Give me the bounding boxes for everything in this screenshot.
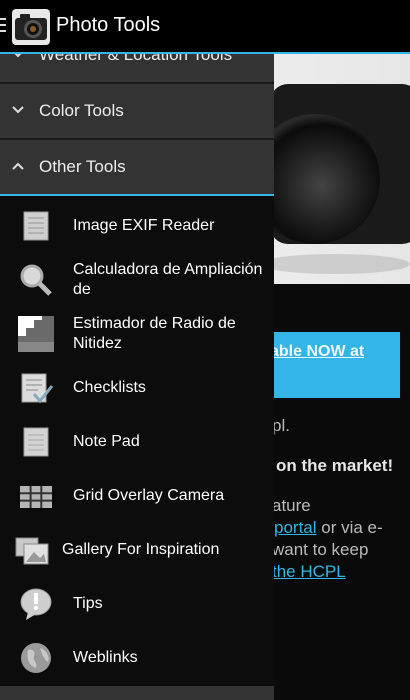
menu-item-image-exif-reader[interactable]: Image EXIF Reader xyxy=(0,198,274,252)
navigation-drawer: Weather & Location Tools Color Tools Oth… xyxy=(0,54,274,700)
document-icon xyxy=(23,211,49,241)
app-logo-camera-icon[interactable] xyxy=(12,9,50,45)
menu-item-label: Grid Overlay Camera xyxy=(73,487,225,504)
group-weather-location-tools[interactable]: Weather & Location Tools xyxy=(0,54,274,84)
body-text-bold: on the market! xyxy=(276,456,394,475)
group-label: Color Tools xyxy=(39,101,124,120)
body-text-line: pl. xyxy=(272,416,290,435)
chevron-up-icon xyxy=(12,162,24,170)
menu-item-note-pad[interactable]: Note Pad xyxy=(0,414,274,468)
group-next-collapsed[interactable] xyxy=(0,686,274,700)
menu-item-label: Estimador de Radio de Nitidez xyxy=(73,315,236,352)
body-text-line: want to keep xyxy=(272,540,369,559)
checklist-icon xyxy=(21,373,54,404)
menu-item-grid-overlay-camera[interactable]: Grid Overlay Camera xyxy=(0,468,274,522)
menu-item-label: Gallery For Inspiration xyxy=(62,541,220,558)
menu-item-label: Calculadora de Ampliación de xyxy=(73,261,263,298)
group-other-tools[interactable]: Other Tools xyxy=(0,140,274,196)
group-label: Weather & Location Tools xyxy=(39,54,233,64)
app-title: Photo Tools xyxy=(56,14,161,36)
body-text-line: portal or via e- xyxy=(274,518,383,537)
hcpl-link[interactable]: the HCPL xyxy=(272,562,346,582)
globe-icon xyxy=(21,643,51,673)
body-text-line: ature xyxy=(272,496,311,515)
grid-icon xyxy=(20,486,52,508)
menu-item-label: Image EXIF Reader xyxy=(73,217,215,234)
notepad-icon xyxy=(23,427,49,457)
portal-link[interactable]: portal xyxy=(274,518,317,537)
action-bar: Photo Tools xyxy=(0,0,410,54)
menu-item-gallery-for-inspiration[interactable]: Gallery For Inspiration xyxy=(0,522,274,576)
group-color-tools[interactable]: Color Tools xyxy=(0,84,274,140)
sharpness-icon xyxy=(18,316,54,352)
menu-item-label: Weblinks xyxy=(73,649,138,666)
menu-item-tips[interactable]: Tips xyxy=(0,576,274,630)
chevron-down-icon xyxy=(12,106,24,114)
menu-item-label: Checklists xyxy=(73,379,146,396)
menu-item-sharpness-estimator[interactable]: Estimador de Radio de Nitidez xyxy=(0,306,274,360)
chevron-down-icon xyxy=(14,54,22,58)
menu-item-weblinks[interactable]: Weblinks xyxy=(0,630,274,684)
menu-item-checklists[interactable]: Checklists xyxy=(0,360,274,414)
tips-icon xyxy=(20,588,52,620)
group-label: Other Tools xyxy=(39,157,126,176)
menu-item-enlargement-calculator[interactable]: Calculadora de Ampliación de xyxy=(0,252,274,306)
magnifier-icon xyxy=(20,264,52,296)
promo-banner-text[interactable]: able NOW at xyxy=(270,343,364,361)
menu-item-label: Note Pad xyxy=(73,433,140,450)
drawer-toggle-icon[interactable] xyxy=(0,18,6,34)
gallery-icon xyxy=(15,537,49,565)
menu-item-label: Tips xyxy=(73,595,103,612)
